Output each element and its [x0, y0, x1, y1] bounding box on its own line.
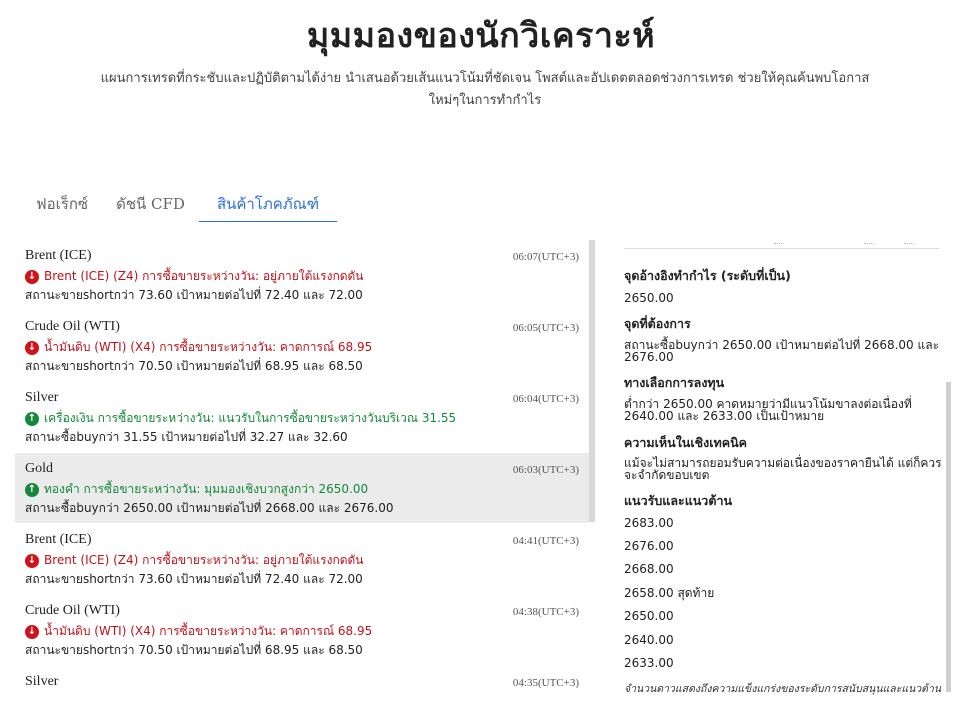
signal-text: ทองคำ การซื้อขายระหว่างวัน: มุมมองเชิงบว… — [44, 482, 369, 496]
instrument-name: Brent (ICE) — [25, 248, 92, 263]
chart-tick — [864, 240, 874, 244]
signal-text: น้ำมันดิบ (WTI) (X4) การซื้อขายระหว่างวั… — [44, 340, 373, 354]
list-item[interactable]: Brent (ICE) 04:41(UTC+3) ↓ Brent (ICE) (… — [15, 524, 589, 594]
list-item[interactable]: Silver 04:35(UTC+3) — [15, 666, 589, 708]
comment-text: แม้จะไม่สามารถยอมรับความต่อเนื่องของราคา… — [624, 456, 942, 482]
analysis-list: Brent (ICE) 06:07(UTC+3) ↓ Brent (ICE) (… — [15, 240, 589, 708]
arrow-up-icon: ↑ — [25, 482, 39, 497]
instrument-name: Silver — [25, 390, 59, 405]
chart-tick — [904, 240, 914, 244]
level-value: 2683.00 — [624, 516, 674, 530]
levels-heading: แนวรับและแนวต้าน — [624, 493, 733, 508]
analysis-detail-panel: จุดอ้างอิงทำกำไร (ระดับที่เป็น) 2650.00 … — [618, 240, 944, 708]
alternative-heading: ทางเลือกการลงทุน — [624, 375, 725, 390]
signal-text: น้ำมันดิบ (WTI) (X4) การซื้อขายระหว่างวั… — [44, 624, 373, 638]
signal-line: ↓ Brent (ICE) (Z4) การซื้อขายระหว่างวัน:… — [25, 551, 364, 570]
chart-preview-edge — [624, 240, 939, 249]
list-item[interactable]: Brent (ICE) 06:07(UTC+3) ↓ Brent (ICE) (… — [15, 240, 589, 310]
list-item-selected[interactable]: Gold 06:03(UTC+3) ↑ ทองคำ การซื้อขายระหว… — [15, 453, 589, 523]
panel-scrollbar[interactable] — [946, 382, 951, 692]
level-value: 2658.00 สุดท้าย — [624, 586, 715, 600]
signal-text: เครื่องเงิน การซื้อขายระหว่างวัน: แนวรับ… — [44, 411, 457, 425]
levels-note: จำนวนดาวแสดงถึงความแข็งแกร่งของระดับการส… — [624, 683, 942, 695]
list-item[interactable]: Silver 06:04(UTC+3) ↑ เครื่องเงิน การซื้… — [15, 382, 589, 452]
signal-text: Brent (ICE) (Z4) การซื้อขายระหว่างวัน: อ… — [44, 269, 364, 283]
arrow-down-icon: ↓ — [25, 340, 39, 355]
signal-text: Brent (ICE) (Z4) การซื้อขายระหว่างวัน: อ… — [44, 553, 364, 567]
tab-forex[interactable]: ฟอเร็กซ์ — [22, 186, 102, 222]
list-scrollbar[interactable] — [589, 240, 595, 522]
preference-heading: จุดที่ต้องการ — [624, 316, 691, 331]
comment-heading: ความเห็นในเชิงเทคนิค — [624, 435, 747, 450]
page-subtitle: แผนการเทรดที่กระชับและปฏิบัติตามได้ง่าย … — [100, 71, 870, 108]
chart-tick — [774, 240, 784, 244]
page-title: มุมมองของนักวิเคราะห์ — [306, 16, 656, 56]
post-time: 06:07(UTC+3) — [512, 251, 579, 263]
arrow-up-icon: ↑ — [25, 411, 39, 426]
signal-description: สถานะซื้อbuyกว่า 31.55 เป้าหมายต่อไปที่ … — [25, 430, 348, 444]
signal-line: ↓ Brent (ICE) (Z4) การซื้อขายระหว่างวัน:… — [25, 267, 364, 286]
alternative-text: ต่ำกว่า 2650.00 คาดหมายว่ามีแนวโน้มขาลงต… — [624, 397, 912, 423]
signal-line: ↑ ทองคำ การซื้อขายระหว่างวัน: มุมมองเชิง… — [25, 480, 368, 499]
post-time: 04:41(UTC+3) — [512, 535, 579, 547]
arrow-down-icon: ↓ — [25, 269, 39, 284]
instrument-name: Brent (ICE) — [25, 532, 92, 547]
signal-description: สถานะขายshortกว่า 73.60 เป้าหมายต่อไปที่… — [25, 572, 363, 586]
tab-commodities[interactable]: สินค้าโภคภัณฑ์ — [198, 186, 338, 222]
level-value: 2633.00 — [624, 656, 674, 670]
post-time: 04:35(UTC+3) — [512, 677, 579, 689]
list-item[interactable]: Crude Oil (WTI) 04:38(UTC+3) ↓ น้ำมันดิบ… — [15, 595, 589, 665]
instrument-name: Gold — [25, 461, 53, 476]
signal-line: ↓ น้ำมันดิบ (WTI) (X4) การซื้อขายระหว่าง… — [25, 338, 372, 357]
level-value: 2676.00 — [624, 539, 674, 553]
level-value: 2640.00 — [624, 633, 674, 647]
instrument-name: Silver — [25, 674, 59, 689]
post-time: 06:04(UTC+3) — [512, 393, 579, 405]
signal-description: สถานะขายshortกว่า 70.50 เป้าหมายต่อไปที่… — [25, 359, 363, 373]
level-value: 2650.00 — [624, 609, 674, 623]
signal-line: ↓ น้ำมันดิบ (WTI) (X4) การซื้อขายระหว่าง… — [25, 622, 372, 641]
signal-description: สถานะขายshortกว่า 73.60 เป้าหมายต่อไปที่… — [25, 288, 363, 302]
pivot-heading: จุดอ้างอิงทำกำไร (ระดับที่เป็น) — [624, 268, 791, 283]
category-tabs: ฟอเร็กซ์ ดัชนี CFD สินค้าโภคภัณฑ์ — [22, 186, 338, 222]
post-time: 04:38(UTC+3) — [512, 606, 579, 618]
instrument-name: Crude Oil (WTI) — [25, 319, 120, 334]
signal-description: สถานะซื้อbuyกว่า 2650.00 เป้าหมายต่อไปที… — [25, 501, 394, 515]
arrow-down-icon: ↓ — [25, 553, 39, 568]
tab-cfd-indices[interactable]: ดัชนี CFD — [102, 186, 199, 222]
instrument-name: Crude Oil (WTI) — [25, 603, 120, 618]
post-time: 06:03(UTC+3) — [512, 464, 579, 476]
pivot-value: 2650.00 — [624, 291, 674, 305]
post-time: 06:05(UTC+3) — [512, 322, 579, 334]
arrow-down-icon: ↓ — [25, 624, 39, 639]
list-item[interactable]: Crude Oil (WTI) 06:05(UTC+3) ↓ น้ำมันดิบ… — [15, 311, 589, 381]
level-value: 2668.00 — [624, 562, 674, 576]
preference-text: สถานะซื้อbuyกว่า 2650.00 เป้าหมายต่อไปที… — [624, 338, 940, 364]
signal-description: สถานะขายshortกว่า 70.50 เป้าหมายต่อไปที่… — [25, 643, 363, 657]
signal-line: ↑ เครื่องเงิน การซื้อขายระหว่างวัน: แนวร… — [25, 409, 456, 428]
